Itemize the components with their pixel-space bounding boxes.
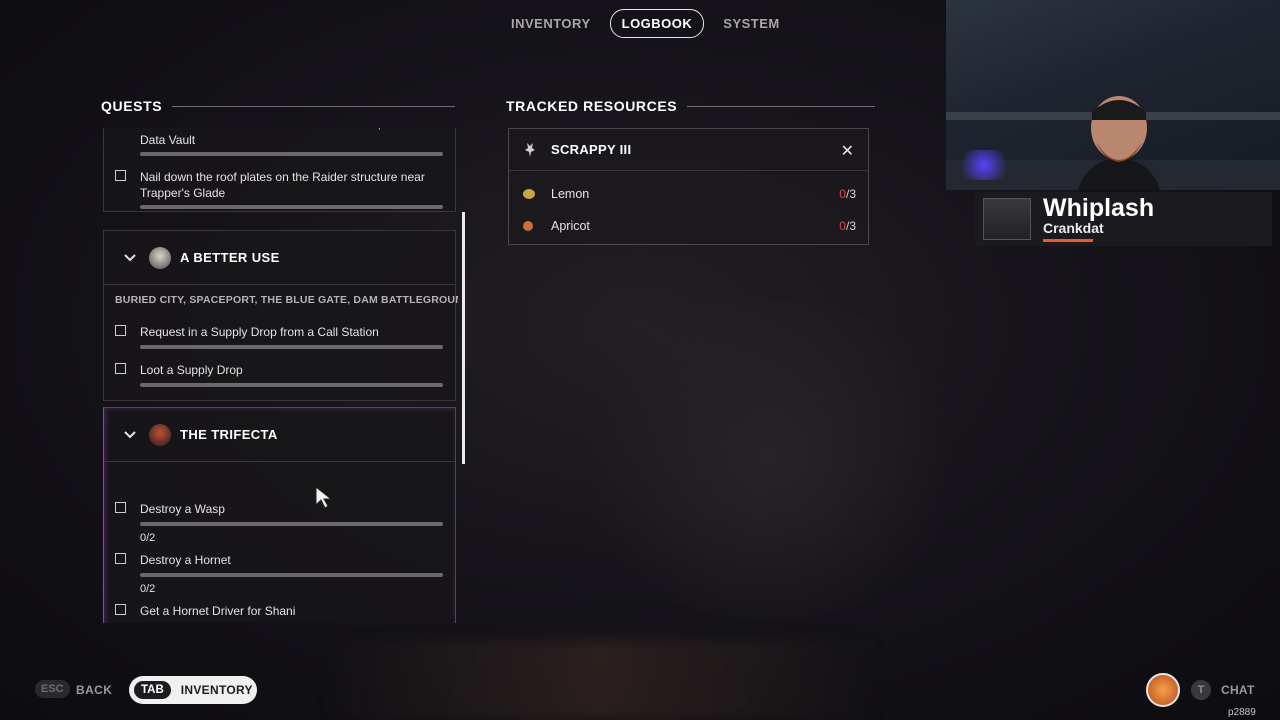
task-checkbox[interactable] [115,502,126,513]
quest-block-previous: Rotate the satellite dishes on the churc… [103,128,456,212]
webcam-overlay [946,0,1280,190]
quests-title-rule [172,105,456,107]
inventory-button-label: INVENTORY [180,683,253,697]
esc-key-hint[interactable]: ESC [35,680,70,698]
resource-count: 0/3 [839,219,856,233]
tracked-item-name: SCRAPPY III [551,142,632,157]
streamer-subname: Crankdat [1043,220,1104,236]
radio-icon [983,198,1031,240]
task-checkbox[interactable] [115,325,126,336]
task-text: Loot a Supply Drop [140,363,243,377]
webcam-led-light [954,150,1014,180]
task-progress-bar [140,205,443,209]
npc-portrait-icon [149,423,171,446]
streamer-accent-bar [1043,239,1093,242]
tab-system[interactable]: SYSTEM [712,10,790,37]
npc-portrait-icon [149,246,171,269]
chevron-down-icon[interactable] [123,428,137,442]
task-text: Destroy a Hornet [140,553,231,567]
background-glow [320,640,880,720]
resource-name: Lemon [551,187,590,201]
quest-header[interactable]: THE TRIFECTA [104,408,455,462]
task-progress-bar [140,383,443,387]
tracked-section-title: TRACKED RESOURCES [506,98,876,114]
task-checkbox[interactable] [115,553,126,564]
task-progress-bar [140,573,443,577]
task-progress-bar [140,152,443,156]
tracked-resources-card: SCRAPPY III ✕ Lemon 0/3 Apricot 0/3 [508,128,869,245]
task-count: 0/2 [140,532,156,544]
resource-row-lemon: Lemon 0/3 [509,184,868,204]
player-avatar[interactable] [1146,673,1180,707]
tab-logbook[interactable]: LOGBOOK [609,9,705,38]
quests-scrollbar[interactable] [462,212,465,464]
tab-key-hint: TAB [134,681,171,699]
chat-label[interactable]: CHAT [1221,683,1255,697]
tracked-item-header: SCRAPPY III ✕ [509,129,868,171]
quest-a-better-use: A BETTER USE BURIED CITY, SPACEPORT, THE… [103,230,458,401]
quest-locations: BURIED CITY, SPACEPORT, THE BLUE GATE, D… [115,294,458,306]
build-id: p2889 [1228,707,1256,718]
quest-header[interactable]: A BETTER USE [104,231,455,285]
tab-inventory[interactable]: INVENTORY [500,10,602,37]
task-text: Nail down the roof plates on the Raider … [140,170,425,200]
lemon-icon [523,189,535,199]
task-text: Rotate the satellite dishes on the churc… [140,128,445,147]
streamer-name: Whiplash [1043,194,1155,222]
rooster-icon [523,142,537,158]
quests-title: QUESTS [101,98,163,114]
tracked-title-rule [687,105,876,107]
resource-count: 0/3 [839,187,856,201]
quests-list[interactable]: Rotate the satellite dishes on the churc… [103,128,458,623]
resource-row-apricot: Apricot 0/3 [509,216,868,236]
background-blur [560,300,980,620]
task-checkbox[interactable] [115,604,126,615]
back-label[interactable]: BACK [76,683,112,697]
quests-section-title: QUESTS [101,98,456,114]
task-checkbox[interactable] [115,363,126,374]
task-text: Destroy a Wasp [140,502,225,516]
task-progress-bar [140,522,443,526]
resource-name: Apricot [551,219,590,233]
t-key-hint[interactable]: T [1191,680,1211,700]
streamer-name-card: Whiplash Crankdat [975,192,1272,246]
top-tabs: INVENTORY LOGBOOK SYSTEM [500,9,791,38]
quest-title: THE TRIFECTA [180,427,278,442]
inventory-button[interactable]: TAB INVENTORY [129,676,257,704]
task-progress-bar [140,345,443,349]
quest-title: A BETTER USE [180,250,280,265]
close-icon[interactable]: ✕ [841,141,854,161]
mouse-cursor-icon [315,486,333,509]
task-text: Request in a Supply Drop from a Call Sta… [140,325,379,339]
task-text: Get a Hornet Driver for Shani [140,604,296,618]
quest-the-trifecta: THE TRIFECTA Destroy a Wasp 0/2 Destroy … [103,407,456,623]
task-checkbox[interactable] [115,170,126,181]
apricot-icon [523,221,533,231]
tracked-title: TRACKED RESOURCES [506,98,678,114]
task-count: 0/2 [140,583,156,595]
chevron-down-icon[interactable] [123,251,137,265]
streamer-silhouette [1078,96,1160,190]
